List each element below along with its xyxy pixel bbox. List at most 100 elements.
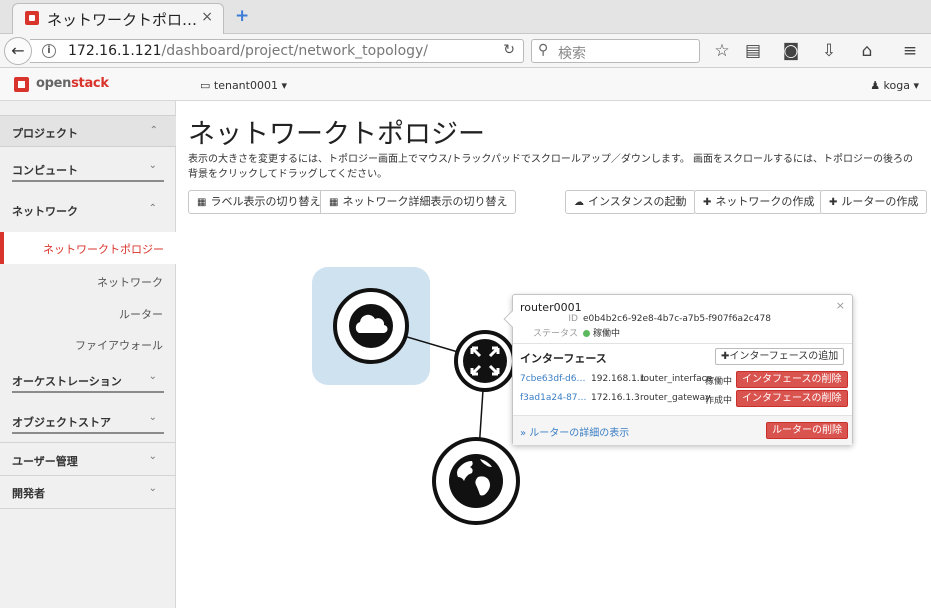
launch-instance-label: インスタンスの起動 [588, 195, 687, 208]
chevron-up-icon: ⌃ [149, 125, 158, 136]
search-icon: ⚲ [538, 42, 549, 58]
list-grid-icon: ▦ [329, 197, 339, 208]
sidebar-network-label: ネットワーク [12, 205, 78, 218]
external-network-node[interactable] [432, 437, 520, 525]
popup-router-name: router0001 [520, 301, 582, 314]
delete-router-button[interactable]: ルーターの削除 [766, 422, 848, 439]
chevron-down-icon: ⌄ [148, 451, 157, 462]
chevron-down-icon: ⌄ [148, 483, 157, 494]
popup-divider [513, 343, 852, 344]
chevron-down-icon: ⌄ [148, 412, 157, 423]
create-router-label: ルーターの作成 [841, 195, 919, 208]
tab-close-icon[interactable]: × [201, 9, 213, 25]
interface-ip: 172.16.1.3 [591, 393, 640, 403]
user-dropdown[interactable]: ♟ koga ▾ [870, 79, 919, 92]
sidebar-divider [12, 432, 164, 434]
back-button[interactable]: ← [4, 37, 32, 65]
reading-list-icon[interactable]: ▤ [742, 41, 764, 61]
url-host: 172.16.1.121 [68, 43, 162, 59]
sidebar-item-networks[interactable]: ネットワーク [97, 274, 163, 290]
tenant-icon: ▭ [200, 79, 214, 92]
sidebar-divider [12, 391, 164, 393]
cloud-upload-icon: ☁ [574, 197, 584, 208]
site-info-icon[interactable]: i [42, 44, 56, 58]
toggle-labels-button[interactable]: ▦ ラベル表示の切り替え [188, 190, 330, 214]
interface-id-link[interactable]: 7cbe63df-d6… [520, 374, 585, 384]
router-popup: router0001 × ID e0b4b2c6-92e8-4b7c-a7b5-… [503, 294, 853, 445]
page-title: ネットワークトポロジー [188, 119, 485, 150]
openstack-logo-icon[interactable] [14, 77, 29, 92]
router-icon [463, 339, 507, 383]
sidebar-item-network-topology[interactable]: ネットワークトポロジー [0, 232, 176, 264]
add-interface-button[interactable]: ✚インターフェースの追加 [715, 348, 845, 365]
create-router-button[interactable]: ✚ ルーターの作成 [820, 190, 928, 214]
sidebar-separator [0, 508, 176, 509]
delete-interface-button[interactable]: インタフェースの削除 [736, 371, 848, 388]
router-node[interactable] [454, 330, 516, 392]
tab-title: ネットワークトポロ… [47, 11, 198, 29]
popup-status-value: 稼働中 [583, 326, 620, 339]
interface-id-link[interactable]: f3ad1a24-87… [520, 393, 587, 403]
browser-tab-bar: ネットワークトポロ… × + [0, 0, 931, 34]
openstack-header: openstack ▭ tenant0001 ▾ ♟ koga ▾ [0, 68, 931, 101]
plus-icon: ✚ [703, 197, 712, 208]
create-network-button[interactable]: ✚ ネットワークの作成 [694, 190, 824, 214]
pocket-icon[interactable]: ◙ [780, 41, 802, 61]
new-tab-icon[interactable]: + [235, 6, 249, 26]
popup-id-key: ID [568, 314, 578, 324]
sidebar-object-store-label: オブジェクトストア [12, 416, 111, 429]
user-label: koga ▾ [883, 79, 919, 92]
bookmark-star-icon[interactable]: ☆ [711, 41, 733, 61]
sidebar-project-label: プロジェクト [12, 127, 78, 140]
user-icon: ♟ [870, 79, 884, 92]
sidebar-network-topology-label: ネットワークトポロジー [43, 243, 164, 256]
sidebar-item-firewall[interactable]: ファイアウォール [75, 337, 163, 353]
create-network-label: ネットワークの作成 [715, 195, 815, 208]
back-arrow-icon: ← [11, 41, 25, 60]
sidebar-separator [0, 475, 176, 476]
interface-status: 稼働中 [705, 377, 733, 387]
popup-close-icon[interactable]: × [836, 299, 845, 312]
toggle-labels-label: ラベル表示の切り替え [210, 195, 321, 208]
add-interface-label: インターフェースの追加 [729, 351, 839, 362]
home-icon[interactable]: ⌂ [856, 41, 878, 61]
sidebar-separator [0, 442, 176, 443]
logo-brand: open [36, 76, 72, 91]
popup-interfaces-heading: インターフェース [520, 352, 607, 365]
interface-status: 作成中 [705, 396, 733, 406]
url-bar[interactable]: i 172.16.1.121/dashboard/project/network… [30, 39, 524, 63]
menu-icon[interactable]: ≡ [899, 41, 921, 61]
toggle-network-detail-label: ネットワーク詳細表示の切り替え [342, 195, 508, 208]
logo-suffix: stack [71, 76, 109, 91]
router-detail-link[interactable]: » ルーターの詳細の表示 [520, 424, 629, 439]
reload-icon[interactable]: ↻ [503, 42, 515, 58]
openstack-logo-text[interactable]: openstack [36, 76, 109, 91]
popup-footer: » ルーターの詳細の表示 ルーターの削除 [513, 415, 852, 445]
search-input[interactable]: ⚲ 検索 [531, 39, 700, 63]
sidebar-developer-label: 開発者 [12, 487, 45, 500]
browser-tab[interactable]: ネットワークトポロ… × [12, 3, 224, 34]
search-placeholder: 検索 [558, 46, 586, 62]
toggle-network-detail-button[interactable]: ▦ ネットワーク詳細表示の切り替え [320, 190, 517, 214]
page-description: 表示の大きさを変更するには、トポロジー画面上でマウス/トラックパッドでスクロール… [188, 154, 914, 180]
tenant-dropdown[interactable]: ▭ tenant0001 ▾ [200, 79, 287, 92]
network-node[interactable] [333, 288, 409, 364]
popup-status-text: 稼働中 [593, 329, 621, 339]
tenant-label: tenant0001 ▾ [213, 79, 287, 92]
status-active-icon [583, 330, 590, 337]
chevron-down-icon: ⌄ [148, 160, 157, 171]
popup-id-value: e0b4b2c6-92e8-4b7c-a7b5-f907f6a2c478 [583, 314, 771, 324]
launch-instance-button[interactable]: ☁ インスタンスの起動 [565, 190, 696, 214]
grid-icon: ▦ [197, 197, 207, 208]
interface-type: router_gateway [640, 393, 711, 403]
interface-ip: 192.168.1.1 [591, 374, 646, 384]
plus-icon: ✚ [829, 197, 838, 208]
cloud-icon [349, 304, 393, 348]
browser-nav-bar: i 172.16.1.121/dashboard/project/network… [0, 34, 931, 68]
url-path: /dashboard/project/network_topology/ [161, 43, 429, 59]
download-icon[interactable]: ⇩ [818, 41, 840, 61]
delete-interface-button[interactable]: インタフェースの削除 [736, 390, 848, 407]
sidebar-item-routers[interactable]: ルーター [119, 306, 163, 322]
sidebar-item-project[interactable]: プロジェクト ⌃ [0, 115, 176, 147]
chevron-down-icon: ⌄ [148, 371, 157, 382]
